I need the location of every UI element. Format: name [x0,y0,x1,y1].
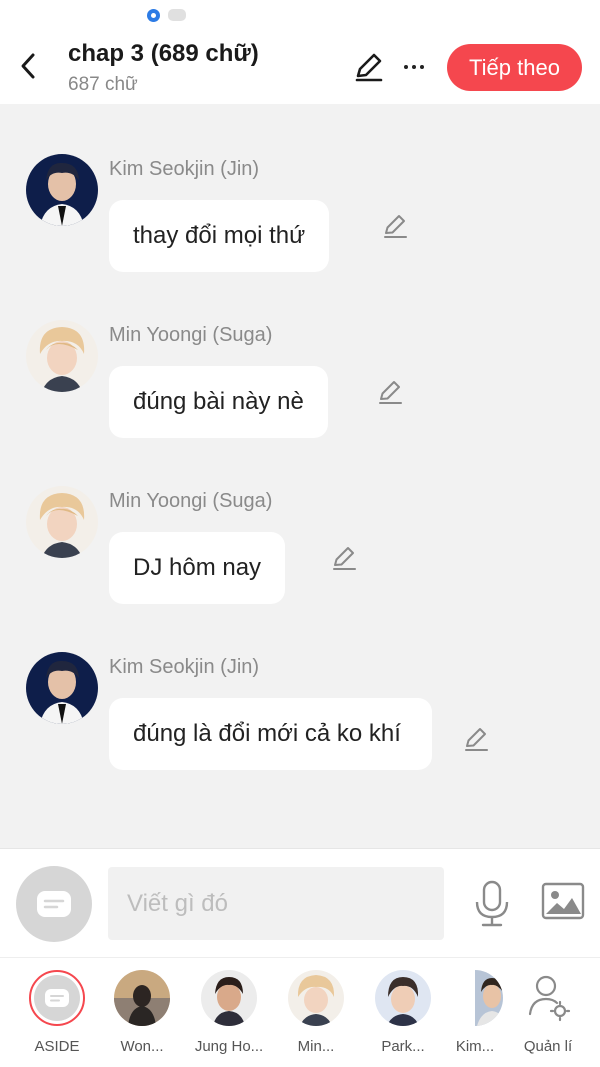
pencil-icon [355,53,383,82]
character-label: Jung Ho... [194,1038,264,1055]
character-label: Quản lí [523,1038,573,1055]
avatar [29,970,85,1026]
microphone-icon [475,880,509,927]
next-button[interactable]: Tiếp theo [447,44,582,91]
character-bar: ASIDE Won... Jung Ho... Min... Park... K… [0,957,600,1067]
edit-title-button[interactable] [352,50,386,84]
notification-icon [147,9,160,22]
composer-bar [0,848,600,957]
avatar[interactable] [26,154,98,226]
message-bubble[interactable]: đúng bài này nè [109,366,328,438]
manage-characters-button[interactable]: Quản lí [506,970,590,1055]
back-button[interactable] [10,46,46,86]
avatar[interactable] [26,320,98,392]
sender-name: Min Yoongi (Suga) [109,324,273,346]
pencil-icon [379,381,402,404]
more-button[interactable] [398,50,430,84]
avatar[interactable] [26,486,98,558]
edit-message-button[interactable] [462,725,490,753]
page-title: chap 3 (689 chữ) [68,40,259,67]
message-bubble[interactable]: DJ hôm nay [109,532,286,604]
avatar [375,970,431,1026]
avatar [447,970,503,1026]
edit-message-button[interactable] [330,544,358,572]
message-input[interactable] [108,867,444,940]
microphone-button[interactable] [472,879,512,929]
aside-compose-button[interactable] [16,866,92,942]
edit-message-button[interactable] [376,378,404,406]
message-bubble[interactable]: đúng là đổi mới cả ko khí [109,698,432,770]
sender-name: Kim Seokjin (Jin) [109,656,260,678]
avatar [201,970,257,1026]
header: chap 3 (689 chữ) 687 chữ Tiếp theo [0,30,600,104]
compose-icon [37,891,71,917]
character-label: ASIDE [34,1038,80,1055]
character-min[interactable]: Min... [274,970,358,1055]
sender-name: Kim Seokjin (Jin) [109,158,260,180]
back-icon [21,53,35,79]
gamepad-icon [168,9,186,21]
image-button[interactable] [540,881,586,921]
character-label: Won... [120,1038,164,1055]
pencil-icon [384,215,407,238]
character-kim[interactable]: Kim... [433,970,517,1055]
character-jung-ho[interactable]: Jung Ho... [187,970,271,1055]
message-list: Kim Seokjin (Jin) thay đổi mọi thứ Min Y… [0,104,600,848]
word-count: 687 chữ [68,74,138,95]
pencil-icon [465,728,488,751]
sender-name: Min Yoongi (Suga) [109,490,273,512]
avatar[interactable] [26,652,98,724]
avatar [288,970,344,1026]
edit-message-button[interactable] [381,212,409,240]
status-bar [0,0,600,30]
image-icon [541,882,585,920]
character-label: Kim... [455,1038,495,1055]
character-aside[interactable]: ASIDE [15,970,99,1055]
message-bubble[interactable]: thay đổi mọi thứ [109,200,330,272]
manage-user-icon [520,970,576,1026]
character-won[interactable]: Won... [100,970,184,1055]
more-icon [404,65,408,69]
pencil-icon [333,547,356,570]
avatar [114,970,170,1026]
character-label: Min... [297,1038,335,1055]
compose-icon [45,989,69,1007]
